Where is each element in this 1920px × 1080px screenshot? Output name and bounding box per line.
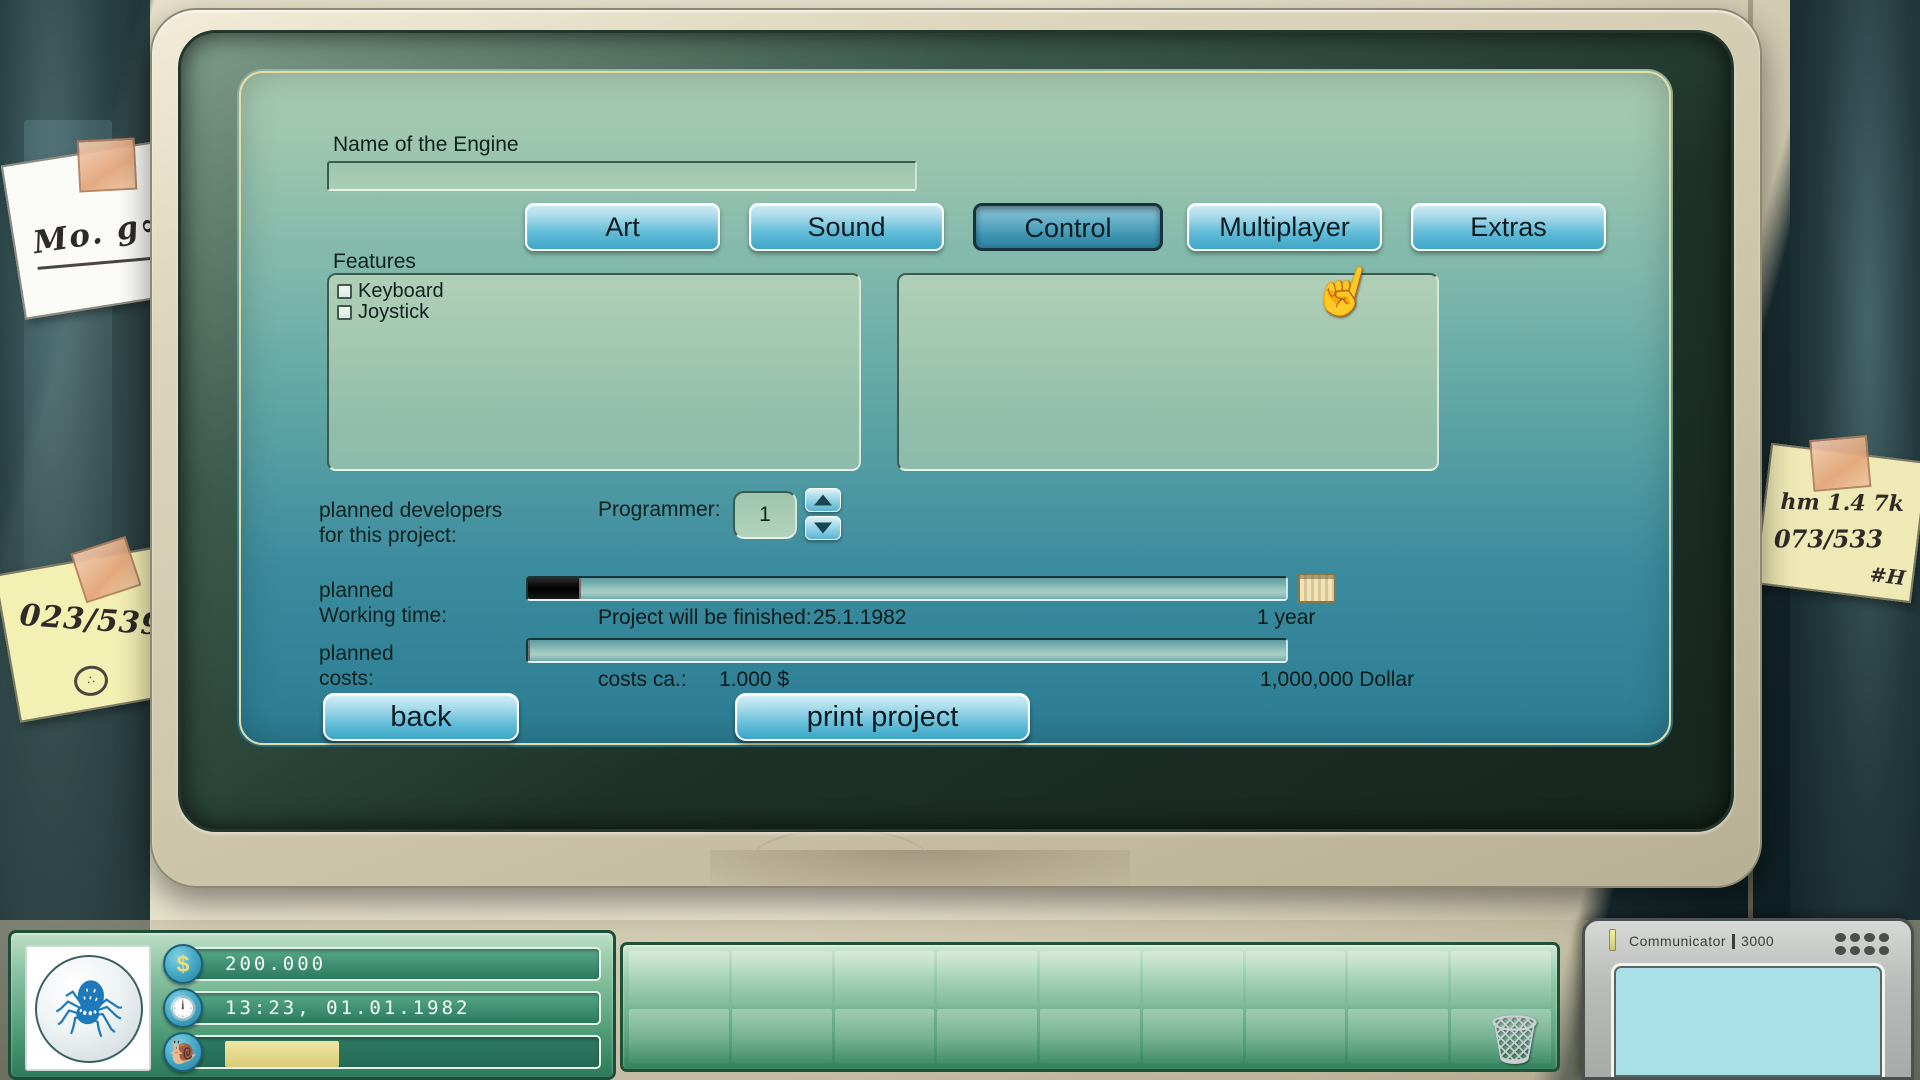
inventory-slot[interactable]: [1143, 951, 1243, 1006]
engine-design-panel: Name of the Engine Art Sound Control Mul…: [239, 71, 1671, 745]
tab-extras[interactable]: Extras: [1411, 203, 1606, 251]
inventory-slot[interactable]: [1040, 951, 1140, 1006]
inventory-slot[interactable]: [629, 1009, 729, 1064]
inventory-slot[interactable]: [1246, 951, 1346, 1006]
game-screen: Name of the Engine Art Sound Control Mul…: [237, 69, 1673, 747]
checkbox-icon[interactable]: [337, 305, 352, 320]
costs-max-value: 1,000,000 Dollar: [1260, 668, 1414, 692]
inventory-slot[interactable]: [1143, 1009, 1243, 1064]
inventory-slot[interactable]: [937, 1009, 1037, 1064]
programmer-count-field[interactable]: 1: [733, 491, 797, 539]
up-arrow-icon: [814, 495, 832, 506]
features-label: Features: [333, 250, 416, 274]
back-button[interactable]: back: [323, 693, 519, 741]
snail-coin-icon: 🐌: [163, 1032, 203, 1072]
costs-slider-fill: [528, 640, 530, 661]
butterfly-avatar-icon: 🕷: [53, 981, 124, 1037]
avatar-disc: 🕷: [35, 955, 143, 1063]
inventory-slot[interactable]: [732, 1009, 832, 1064]
planned-costs-label: planned costs:: [319, 641, 394, 691]
working-time-slider-fill: [528, 578, 581, 599]
planned-developers-label: planned developers for this project:: [319, 498, 502, 548]
tab-art[interactable]: Art: [525, 203, 720, 251]
note-text-line3: #H: [1869, 562, 1907, 590]
smiley-face-icon: ∴: [72, 663, 111, 698]
project-finish-caption: Project will be finished:: [598, 606, 812, 630]
checkbox-icon[interactable]: [337, 284, 352, 299]
communicator-title: Communicator 3000: [1629, 933, 1774, 949]
inventory-slot[interactable]: [835, 951, 935, 1006]
monitor-bezel: Name of the Engine Art Sound Control Mul…: [178, 30, 1734, 832]
calendar-icon[interactable]: [1298, 573, 1336, 603]
crt-monitor: Name of the Engine Art Sound Control Mul…: [150, 8, 1762, 888]
trash-can-icon[interactable]: 🗑: [1484, 1017, 1545, 1065]
time-stat: 🕛 13:23, 01.01.1982: [163, 991, 601, 1025]
list-item[interactable]: Keyboard: [337, 281, 851, 302]
inventory-slot[interactable]: [1246, 1009, 1346, 1064]
communicator-brand: Communicator: [1629, 933, 1726, 949]
engine-name-input[interactable]: [327, 161, 917, 191]
communicator-screen[interactable]: [1611, 963, 1885, 1077]
sticky-note-tan: hm 1.4 7k 073/533 #H: [1754, 443, 1920, 603]
inventory-slot[interactable]: [937, 951, 1037, 1006]
avatar[interactable]: 🕷: [25, 945, 151, 1071]
costs-value: 1.000 $: [719, 668, 789, 692]
feature-label: Joystick: [358, 301, 429, 324]
title-separator: [1732, 934, 1735, 949]
communicator-device: Communicator 3000: [1582, 918, 1914, 1080]
status-led-icon: [1609, 929, 1616, 951]
programmer-label: Programmer:: [598, 498, 721, 522]
inventory-slot[interactable]: [835, 1009, 935, 1064]
inventory-slot[interactable]: [1348, 951, 1448, 1006]
tape-strip-icon: [77, 138, 138, 193]
tab-sound[interactable]: Sound: [749, 203, 944, 251]
game-speed-stat[interactable]: 🐌: [163, 1035, 601, 1069]
inventory-slot[interactable]: [1348, 1009, 1448, 1064]
note-text-line1: hm 1.4 7k: [1780, 489, 1904, 517]
tab-multiplayer[interactable]: Multiplayer: [1187, 203, 1382, 251]
category-tabs: Art Sound Control Multiplayer Extras: [525, 203, 1673, 251]
inventory-slot[interactable]: [1451, 951, 1551, 1006]
money-value: 200.000: [185, 947, 601, 981]
costs-slider[interactable]: [526, 638, 1288, 663]
costs-caption: costs ca.:: [598, 668, 687, 692]
working-time-slider[interactable]: [526, 576, 1288, 601]
inventory-slot[interactable]: [629, 951, 729, 1006]
inventory-bar: 🗑: [620, 942, 1560, 1072]
tape-strip-icon: [1809, 435, 1871, 492]
down-arrow-icon: [814, 523, 832, 534]
time-value: 13:23, 01.01.1982: [185, 991, 601, 1025]
list-item[interactable]: Joystick: [337, 302, 851, 323]
programmer-increment-button[interactable]: [805, 488, 841, 512]
project-duration: 1 year: [1257, 606, 1315, 630]
engine-name-label: Name of the Engine: [333, 133, 519, 157]
planned-working-time-label: planned Working time:: [319, 578, 447, 628]
game-speed-bar[interactable]: [185, 1035, 601, 1069]
print-project-button[interactable]: print project: [735, 693, 1030, 741]
inventory-slot[interactable]: [1040, 1009, 1140, 1064]
clock-coin-icon: 🕛: [163, 988, 203, 1028]
programmer-decrement-button[interactable]: [805, 516, 841, 540]
player-status-panel: 🕷 $ 200.000 🕛 13:23, 01.01.1982 🐌: [8, 930, 616, 1080]
tab-control[interactable]: Control: [973, 203, 1163, 251]
available-features-list[interactable]: Keyboard Joystick: [327, 273, 861, 471]
note-underline: [37, 256, 159, 270]
game-speed-fill: [225, 1041, 339, 1067]
inventory-slot[interactable]: [732, 951, 832, 1006]
note-paper: hm 1.4 7k 073/533 #H: [1754, 443, 1920, 603]
project-finish-date: 25.1.1982: [813, 606, 906, 630]
dollar-coin-icon: $: [163, 944, 203, 984]
speaker-grid-icon: [1835, 933, 1889, 955]
note-text: 023/539: [18, 598, 163, 643]
communicator-model: 3000: [1741, 933, 1774, 949]
feature-label: Keyboard: [358, 280, 444, 303]
selected-features-list[interactable]: [897, 273, 1439, 471]
note-text-line2: 073/533: [1774, 525, 1883, 554]
money-stat: $ 200.000: [163, 947, 601, 981]
